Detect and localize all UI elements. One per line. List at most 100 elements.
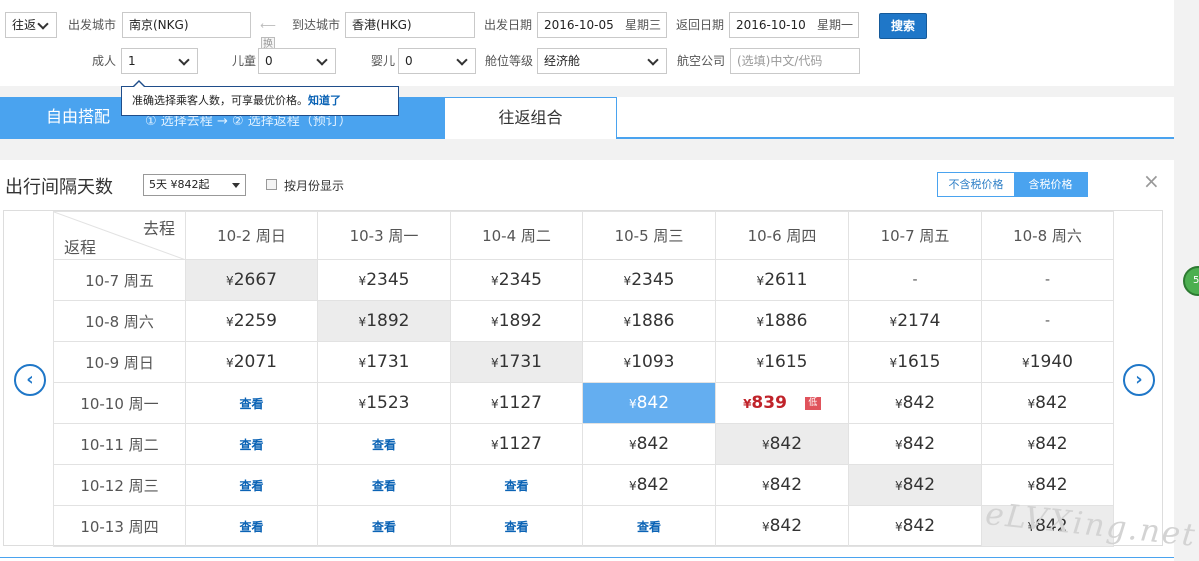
price-value: 842 (636, 434, 670, 454)
view-price-link[interactable]: 查看 (637, 520, 661, 534)
price-cell[interactable]: ¥1127 (450, 382, 583, 424)
price-cell[interactable]: ¥842 (582, 423, 716, 465)
currency-symbol: ¥ (894, 438, 903, 452)
price-value: 842 (1035, 475, 1068, 495)
price-cell[interactable]: ¥1127 (450, 423, 583, 465)
view-price-link[interactable]: 查看 (239, 397, 263, 411)
price-cell[interactable]: ¥1093 (582, 341, 716, 383)
currency-symbol: ¥ (894, 397, 903, 411)
return-date-header: 10-9 周日 (53, 341, 186, 383)
price-cell[interactable]: ¥1731 (450, 341, 583, 383)
interval-days-select[interactable]: 5天 ¥842起 (143, 174, 246, 196)
currency-symbol: ¥ (226, 315, 234, 329)
price-cell[interactable]: ¥1892 (450, 300, 583, 342)
depart-weekday: 星期三 (624, 18, 661, 32)
return-date-input[interactable]: 2016-10-10 星期一 (729, 12, 859, 38)
price-cell[interactable]: ¥842 (981, 423, 1114, 465)
infant-select[interactable]: 0 (398, 48, 476, 74)
tab-free-label: 自由搭配 (46, 107, 111, 126)
view-price-link[interactable]: 查看 (372, 438, 396, 452)
table-row: 10-7 周五 ¥2667 ¥2345 ¥2345 ¥2345 ¥2611- - (53, 259, 1114, 301)
tooltip-dismiss-link[interactable]: 知道了 (308, 94, 341, 107)
return-weekday: 星期一 (816, 18, 853, 32)
price-cell[interactable]: ¥1886 (582, 300, 716, 342)
outbound-date-header: 10-3 周一 (317, 211, 451, 260)
price-cell[interactable]: ¥2345 (317, 259, 451, 301)
view-link-cell: 查看 (317, 505, 451, 547)
close-icon[interactable]: × (1143, 169, 1160, 193)
outbound-date-header: 10-8 周六 (981, 211, 1114, 260)
price-cell[interactable]: ¥1940 (981, 341, 1114, 383)
currency-symbol: ¥ (1027, 397, 1036, 411)
currency-symbol: ¥ (894, 520, 903, 534)
price-cell[interactable]: ¥1892 (317, 300, 451, 342)
price-cell[interactable]: ¥842 (981, 382, 1114, 424)
price-cell[interactable]: ¥1615 (715, 341, 849, 383)
view-price-link[interactable]: 查看 (239, 520, 263, 534)
price-cell[interactable]: ¥842 (715, 464, 849, 506)
price-table: 去程 返程 10-2 周日 10-3 周一 10-4 周二 10-5 周三 10-6 周四 1… (53, 211, 1114, 547)
depart-date-input[interactable]: 2016-10-05 星期三 (537, 12, 667, 38)
price-cell[interactable]: ¥2174 (848, 300, 982, 342)
price-cell[interactable]: ¥842 (715, 423, 849, 465)
arrive-city-label: 到达城市 (292, 18, 341, 32)
excl-tax-option[interactable]: 不含税价格 (938, 173, 1014, 196)
price-cell[interactable]: ¥842 (715, 505, 849, 547)
swap-cities-button[interactable]: ⟵换 (255, 17, 281, 52)
infant-label: 婴儿 (371, 54, 396, 68)
price-cell[interactable]: ¥2345 (582, 259, 716, 301)
price-cell[interactable]: ¥1615 (848, 341, 982, 383)
view-price-link[interactable]: 查看 (504, 520, 528, 534)
trip-type-select[interactable]: 往返 (5, 12, 57, 38)
adult-label: 成人 (92, 54, 117, 68)
price-cell[interactable]: ¥1886 (715, 300, 849, 342)
price-cell[interactable]: ¥2071 (185, 341, 318, 383)
return-date-header: 10-7 周五 (53, 259, 186, 301)
price-cell[interactable]: ¥1523 (317, 382, 451, 424)
view-price-link[interactable]: 查看 (239, 479, 263, 493)
view-price-link[interactable]: 查看 (372, 520, 396, 534)
airline-input[interactable]: (选填)中文/代码 (730, 48, 860, 74)
incl-tax-option[interactable]: 含税价格 (1014, 173, 1087, 196)
price-value: 842 (902, 475, 936, 495)
view-price-link[interactable]: 查看 (504, 479, 528, 493)
price-value: 2667 (233, 270, 277, 290)
price-cell[interactable]: ¥842 (848, 423, 982, 465)
monthly-checkbox[interactable] (266, 179, 277, 190)
price-cell[interactable]: ¥842 (582, 464, 716, 506)
tab-round-trip-combination[interactable]: 往返组合 (444, 97, 617, 139)
view-price-link[interactable]: 查看 (239, 438, 263, 452)
return-axis-label: 返程 (64, 238, 97, 257)
price-cell[interactable]: ¥2345 (450, 259, 583, 301)
currency-symbol: ¥ (491, 274, 499, 288)
monthly-label[interactable]: 按月份显示 (284, 177, 344, 194)
prev-arrow-icon[interactable]: ‹ (14, 364, 46, 396)
table-row: 10-10 周一 查看 ¥1523 ¥1127 ¥842 ¥839 低 ¥842 ¥842 (53, 382, 1114, 424)
price-cell[interactable]: ¥2667 (185, 259, 318, 301)
search-button[interactable]: 搜索 (879, 13, 927, 39)
price-cell[interactable]: ¥2611 (715, 259, 849, 301)
price-cell[interactable]: ¥2259 (185, 300, 318, 342)
price-value: 1093 (631, 352, 675, 372)
price-cell[interactable]: ¥1731 (317, 341, 451, 383)
price-value: 842 (769, 516, 803, 536)
price-value: 2174 (897, 311, 941, 331)
table-row: 10-11 周二 查看 查看 ¥1127 ¥842 ¥842 ¥842 ¥842 (53, 423, 1114, 465)
price-cell[interactable]: ¥842 (848, 464, 982, 506)
currency-symbol: ¥ (226, 274, 234, 288)
price-cell[interactable]: ¥842 (848, 505, 982, 547)
adult-select[interactable]: 1 (121, 48, 198, 74)
floating-badge[interactable]: 52 (1183, 266, 1199, 296)
price-cell[interactable]: ¥839 低 (715, 382, 849, 424)
cabin-select[interactable]: 经济舱 (537, 48, 667, 74)
child-select[interactable]: 0 (258, 48, 336, 74)
view-link-cell: 查看 (317, 423, 451, 465)
price-value: 1127 (498, 393, 542, 413)
price-cell[interactable]: ¥842 (582, 382, 716, 424)
step-arrow-icon: → (216, 114, 228, 129)
arrive-city-input[interactable]: 香港(HKG) (345, 12, 475, 38)
view-price-link[interactable]: 查看 (372, 479, 396, 493)
depart-city-input[interactable]: 南京(NKG) (122, 12, 251, 38)
next-arrow-icon[interactable]: › (1123, 364, 1155, 396)
price-cell[interactable]: ¥842 (848, 382, 982, 424)
